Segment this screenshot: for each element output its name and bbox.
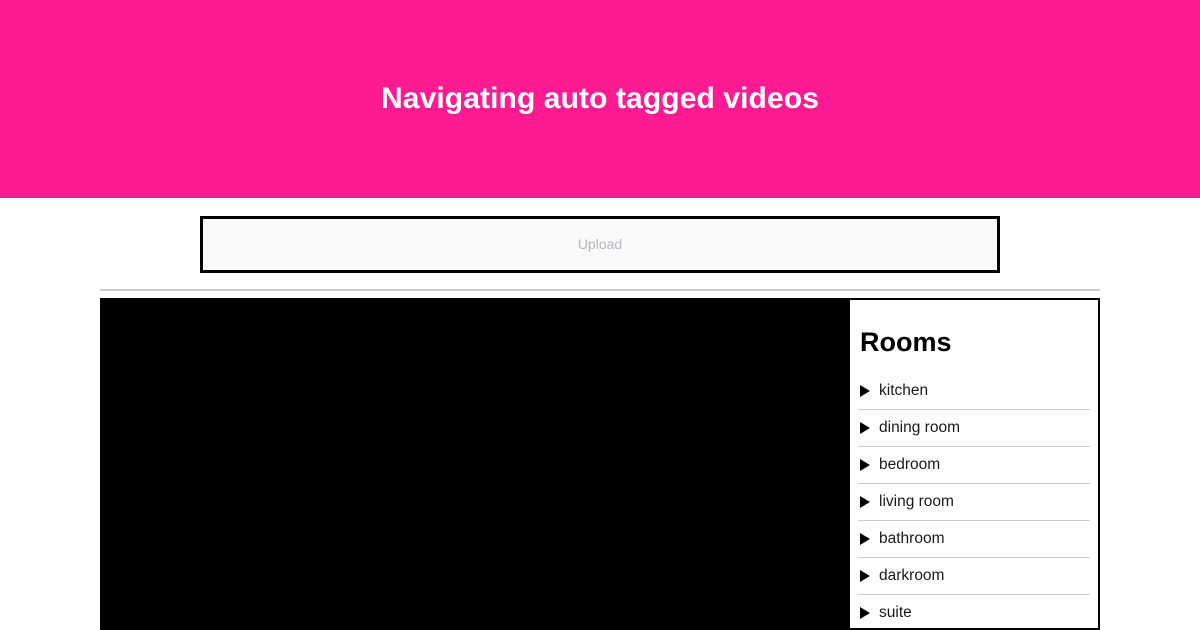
header-banner: Navigating auto tagged videos	[0, 0, 1200, 198]
upload-label: Upload	[578, 237, 622, 251]
list-item[interactable]: kitchen	[858, 373, 1090, 410]
room-label: darkroom	[879, 568, 944, 584]
room-disclosure-bathroom[interactable]: bathroom	[858, 521, 1090, 557]
list-item[interactable]: dining room	[858, 410, 1090, 447]
triangle-right-icon	[860, 570, 870, 582]
room-disclosure-suite[interactable]: suite	[858, 595, 1090, 630]
room-label: suite	[879, 605, 912, 621]
page-title: Navigating auto tagged videos	[381, 84, 819, 114]
rooms-panel: Rooms kitchen dining roo	[848, 298, 1100, 630]
room-label: kitchen	[879, 383, 928, 399]
list-item[interactable]: darkroom	[858, 558, 1090, 595]
triangle-right-icon	[860, 496, 870, 508]
app-root: Navigating auto tagged videos Upload Roo…	[0, 0, 1200, 630]
video-surface[interactable]	[100, 298, 848, 630]
upload-dropzone[interactable]: Upload	[200, 216, 1000, 273]
room-disclosure-living-room[interactable]: living room	[858, 484, 1090, 520]
triangle-right-icon	[860, 422, 870, 434]
room-label: bedroom	[879, 457, 940, 473]
upload-row: Upload	[0, 198, 1200, 290]
list-item[interactable]: living room	[858, 484, 1090, 521]
rooms-list: kitchen dining room	[858, 373, 1090, 630]
list-item[interactable]: bathroom	[858, 521, 1090, 558]
room-label: dining room	[879, 420, 960, 436]
workspace: Rooms kitchen dining roo	[100, 298, 1100, 630]
section-divider	[100, 289, 1100, 291]
room-label: bathroom	[879, 531, 944, 547]
video-player[interactable]	[100, 298, 848, 630]
room-disclosure-bedroom[interactable]: bedroom	[858, 447, 1090, 483]
triangle-right-icon	[860, 459, 870, 471]
triangle-right-icon	[860, 385, 870, 397]
triangle-right-icon	[860, 533, 870, 545]
list-item[interactable]: suite	[858, 595, 1090, 630]
triangle-right-icon	[860, 607, 870, 619]
rooms-heading: Rooms	[858, 329, 1090, 356]
room-disclosure-darkroom[interactable]: darkroom	[858, 558, 1090, 594]
room-disclosure-kitchen[interactable]: kitchen	[858, 373, 1090, 409]
room-label: living room	[879, 494, 954, 510]
room-disclosure-dining-room[interactable]: dining room	[858, 410, 1090, 446]
list-item[interactable]: bedroom	[858, 447, 1090, 484]
